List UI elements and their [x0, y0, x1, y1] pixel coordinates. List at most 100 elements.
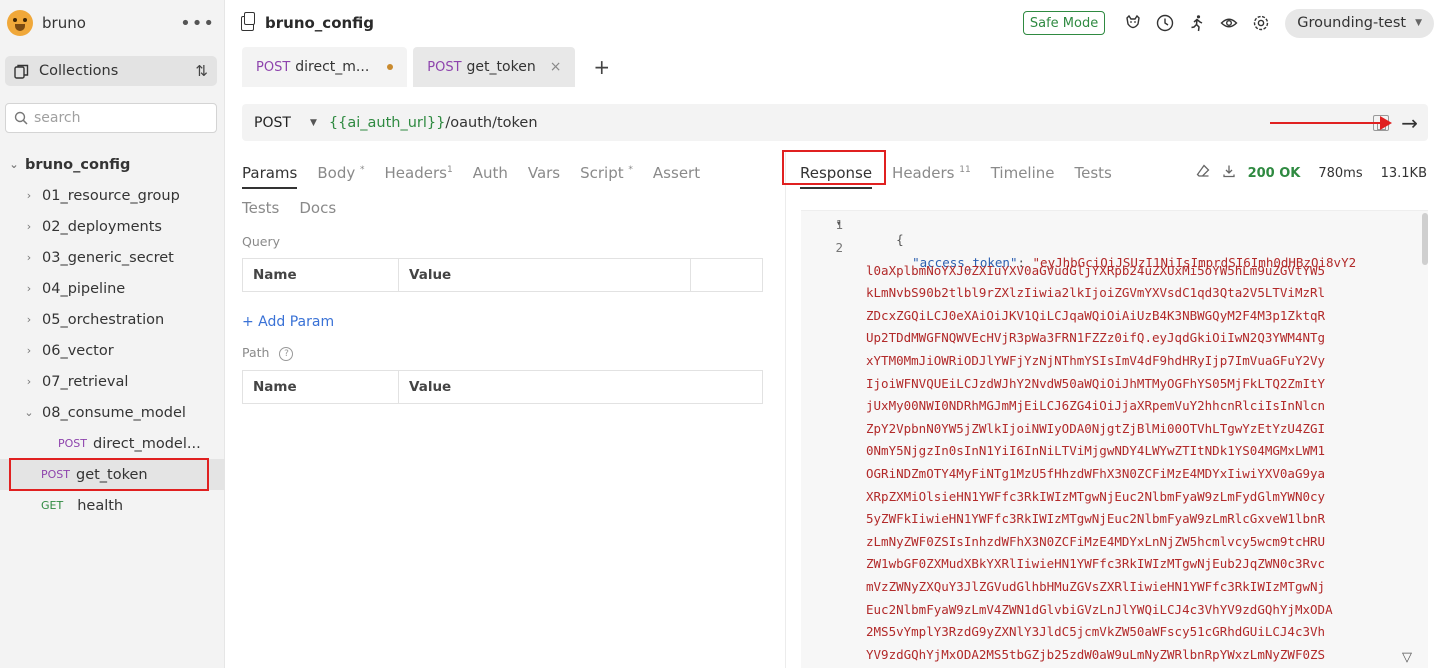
gear-icon[interactable]	[1251, 13, 1271, 33]
tab-direct-model[interactable]: POST direct_m...	[242, 47, 408, 87]
path-section-label: Path ?	[242, 345, 294, 361]
folder-item[interactable]: › 07_retrieval	[0, 366, 225, 397]
tab-script-mark: *	[628, 165, 633, 175]
chevron-right-icon: ›	[26, 189, 32, 202]
eye-icon[interactable]	[1219, 13, 1239, 33]
folder-label: 07_retrieval	[42, 373, 129, 390]
tab-response[interactable]: Response	[800, 164, 873, 189]
send-arrow-icon[interactable]: →	[1401, 111, 1418, 135]
collection-tree: ⌄ bruno_config › 01_resource_group › 02_…	[0, 149, 225, 521]
folder-label: 05_orchestration	[42, 311, 165, 328]
json-string-continuation: 0NmY5NjgzIn0sInN1YiI6InNiLTViMjgwNDY4LWY…	[866, 443, 1326, 459]
chevron-right-icon: ›	[26, 282, 32, 295]
request-item-direct-model[interactable]: POST direct_model...	[0, 428, 225, 459]
tab-method: POST	[256, 59, 291, 75]
status-badge: 200 OK	[1247, 165, 1301, 181]
collection-root[interactable]: ⌄ bruno_config	[0, 149, 225, 180]
json-string-continuation: jUxMy00NWI0NDRhMGJmMjEiLCJ6ZG4iOiJjaXRpe…	[866, 398, 1326, 414]
request-item-health[interactable]: GET health	[0, 490, 225, 521]
sort-icon[interactable]: ⇅	[195, 62, 208, 80]
unsaved-dot-icon	[387, 64, 394, 70]
add-param-button[interactable]: + Add Param	[242, 314, 334, 330]
tab-assert[interactable]: Assert	[653, 164, 700, 182]
runner-icon[interactable]	[1187, 13, 1207, 33]
clock-icon[interactable]	[1155, 13, 1175, 33]
path-params-table: Name Value	[242, 370, 763, 404]
tab-tests[interactable]: Tests	[242, 199, 279, 217]
response-body-viewer[interactable]: 1 ▾ 2 { "access_token": "eyJhbGciOiJSUzI…	[801, 210, 1428, 668]
tab-auth[interactable]: Auth	[473, 164, 508, 182]
json-string-continuation: OGRiNDZmOTY4MyFiNTg1MzU5fHhzdWFhX3N0ZCFi…	[866, 466, 1326, 481]
tab-label: get_token	[466, 59, 536, 75]
line-number: 2	[835, 240, 843, 255]
json-string-continuation: XRpZXMiOlsieHN1YWFfc3RkIWIzMTgwNjEuc2Nlb…	[866, 488, 1326, 504]
more-options-icon[interactable]: •••	[180, 13, 215, 34]
tab-response-tests[interactable]: Tests	[1075, 164, 1112, 182]
folder-label: 01_resource_group	[42, 187, 180, 204]
tab-timeline[interactable]: Timeline	[991, 164, 1055, 182]
tab-vars[interactable]: Vars	[528, 164, 560, 182]
url-path[interactable]: /oauth/token	[445, 115, 537, 131]
url-bar: POST ▼ {{ai_auth_url}} /oauth/token →	[242, 104, 1428, 141]
path-label: Path	[242, 345, 270, 360]
tab-params[interactable]: Params	[242, 164, 298, 189]
pane-divider[interactable]	[785, 150, 786, 668]
safe-mode-badge[interactable]: Safe Mode	[1022, 11, 1106, 35]
folder-item[interactable]: › 03_generic_secret	[0, 242, 225, 273]
fold-arrow-icon[interactable]: ▾	[836, 219, 841, 229]
folder-item-open[interactable]: ⌄ 08_consume_model	[0, 397, 225, 428]
help-icon[interactable]: ?	[279, 346, 294, 361]
json-string-continuation: 2MS5vYmplY3RzdG9yZXNlY3JldC5jcmVkZW50aWF…	[866, 624, 1326, 640]
tab-script[interactable]: Script *	[580, 164, 633, 182]
tab-docs[interactable]: Docs	[299, 199, 336, 217]
column-header-actions	[691, 259, 762, 291]
folder-item[interactable]: › 01_resource_group	[0, 180, 225, 211]
request-label: health	[77, 497, 124, 514]
close-icon[interactable]: ×	[550, 59, 562, 75]
caret-down-icon: ▼	[1415, 18, 1422, 28]
download-icon[interactable]	[1222, 164, 1236, 182]
line-gutter: 1 ▾ 2	[801, 211, 859, 668]
chevron-down-icon: ⌄	[24, 406, 34, 419]
dog-icon[interactable]	[1123, 13, 1143, 33]
collection-root-label: bruno_config	[25, 156, 131, 173]
folder-label: 08_consume_model	[42, 404, 186, 421]
json-string-continuation: IjoiWFNVQUEiLCJzdWJhY2NvdW50aWQiOiJhMTMy…	[866, 375, 1326, 391]
bruno-logo-icon	[7, 10, 33, 36]
chevron-right-icon: ›	[26, 313, 32, 326]
tab-headers[interactable]: Headers1	[385, 164, 453, 182]
json-string-continuation: Euc2NlbmFyaW9zLmV4ZWN1dGlvbiGVzLnJlYWQiL…	[866, 601, 1333, 617]
url-variable[interactable]: {{ai_auth_url}}	[329, 115, 445, 131]
tab-script-label: Script	[580, 164, 624, 182]
json-string-continuation: ZDcxZGQiLCJ0eXAiOiJKV1QiLCJqaWQiOiAiUzB4…	[866, 307, 1326, 323]
collections-header[interactable]: Collections ⇅	[5, 56, 217, 86]
top-header: bruno_config Safe Mode Grounding-test ▼	[226, 0, 1440, 46]
folder-item[interactable]: › 05_orchestration	[0, 304, 225, 335]
response-meta: 200 OK 780ms 13.1KB	[1196, 158, 1427, 188]
http-method-select[interactable]: POST	[254, 115, 310, 131]
tab-body[interactable]: Body *	[317, 164, 364, 182]
filter-icon[interactable]: ▽	[1402, 650, 1412, 665]
response-pane-tabs: Response Headers 11 Timeline Tests	[800, 158, 1132, 189]
folder-item[interactable]: › 02_deployments	[0, 211, 225, 242]
json-string-continuation: zLmNyZWF0ZSIsInhzdWFhX3N0ZCFiMzE4MDYxLnN…	[866, 533, 1326, 549]
search-input[interactable]	[34, 110, 204, 126]
environment-select[interactable]: Grounding-test ▼	[1285, 8, 1434, 38]
folder-item[interactable]: › 04_pipeline	[0, 273, 225, 304]
scrollbar[interactable]	[1422, 213, 1428, 265]
request-item-get-token[interactable]: POST get_token	[0, 459, 225, 490]
folder-item[interactable]: › 06_vector	[0, 335, 225, 366]
eraser-icon[interactable]	[1196, 164, 1210, 182]
json-string-continuation: 5yZWFkIiwieHN1YWFfc3RkIWIzMTgwNjEuc2Nlbm…	[866, 511, 1326, 527]
tab-body-label: Body	[317, 164, 356, 182]
json-string-continuation: ZpY2VpbnN0YW5jZWlkIjoiNWIyODA0NjgtZjBlMi…	[866, 420, 1326, 436]
caret-down-icon[interactable]: ▼	[310, 118, 317, 128]
request-label: direct_model...	[93, 435, 201, 452]
method-badge: GET	[41, 499, 64, 512]
json-string-continuation: mVzZWNyZXQuY3JlZGVudGlhbHMuZGVsZXRlIiwie…	[866, 579, 1326, 594]
tab-get-token[interactable]: POST get_token ×	[413, 47, 576, 87]
tab-response-headers[interactable]: Headers 11	[892, 164, 971, 182]
add-tab-button[interactable]: +	[581, 47, 622, 87]
request-pane-tabs: Params Body * Headers1 Auth Vars Script …	[242, 158, 782, 223]
tab-response-headers-count: 11	[959, 165, 971, 175]
